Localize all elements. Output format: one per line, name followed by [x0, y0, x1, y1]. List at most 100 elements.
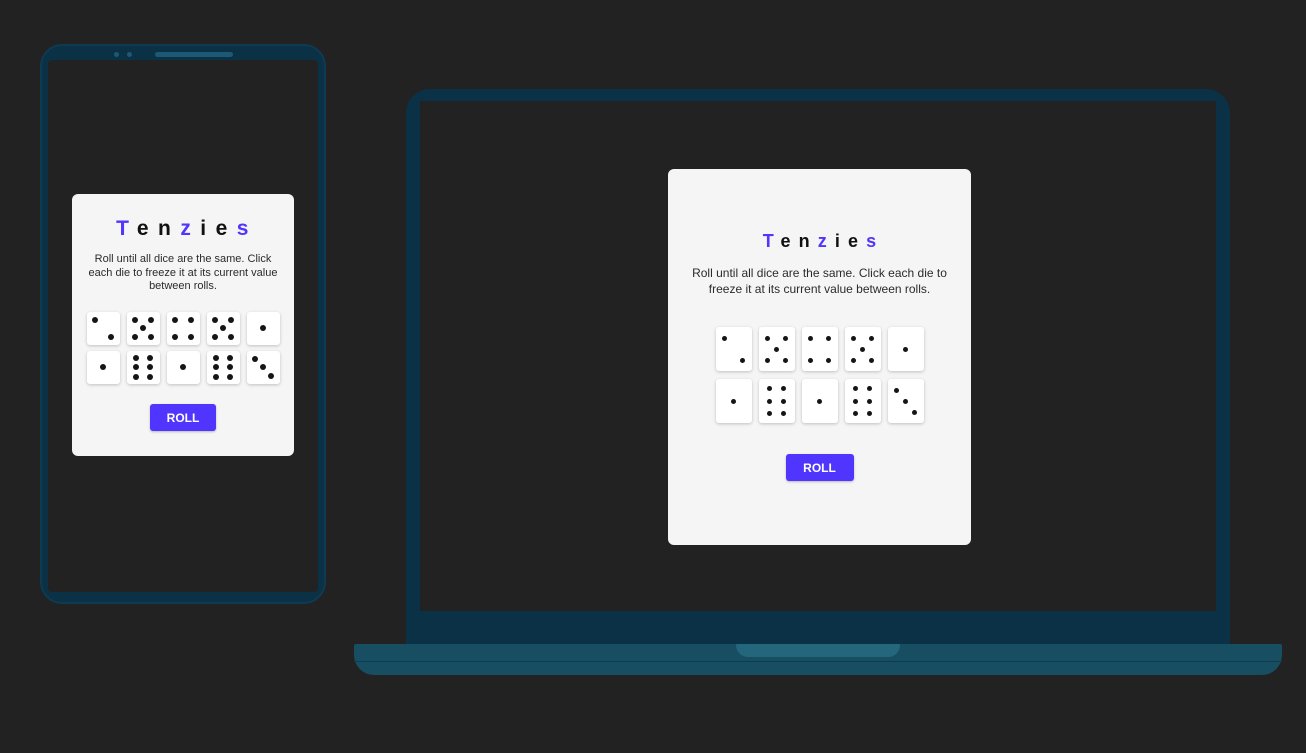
die-6[interactable] [126, 350, 160, 384]
title-letter: s [236, 217, 258, 240]
pip-icon [226, 373, 233, 380]
pip-icon [131, 333, 138, 340]
pip-icon [108, 333, 115, 340]
pip-icon [869, 357, 874, 363]
pip-icon [783, 335, 788, 341]
pip-icon [268, 372, 275, 379]
pip-icon [765, 357, 770, 363]
pip-icon [774, 346, 779, 352]
pip-icon [781, 398, 787, 404]
die-6[interactable] [844, 379, 881, 424]
pip-icon [251, 356, 258, 363]
die-2[interactable] [715, 327, 752, 372]
laptop-title: Tenzies [676, 231, 971, 252]
pip-icon [722, 335, 727, 341]
pip-icon [766, 411, 772, 416]
die-5[interactable] [126, 311, 160, 345]
pip-icon [740, 357, 745, 363]
die-1[interactable] [715, 379, 752, 424]
pip-icon [781, 386, 787, 392]
pip-icon [860, 346, 865, 352]
pip-icon [188, 317, 195, 324]
title-letter: z [180, 217, 201, 240]
pip-icon [148, 333, 155, 340]
pip-icon [783, 357, 788, 363]
pip-icon [851, 335, 856, 341]
title-letter: s [866, 231, 885, 251]
title-letter: i [200, 217, 216, 240]
pip-icon [213, 355, 220, 362]
title-letter: e [780, 231, 799, 251]
die-1[interactable] [246, 311, 280, 345]
phone-sensor-icon [127, 52, 132, 57]
die-1[interactable] [887, 327, 924, 372]
pip-icon [260, 364, 266, 371]
die-5[interactable] [844, 327, 881, 372]
die-6[interactable] [758, 379, 795, 424]
pip-icon [91, 317, 98, 324]
title-letter: e [215, 217, 237, 240]
pip-icon [148, 317, 155, 324]
pip-icon [766, 386, 772, 392]
phone-speaker [155, 52, 233, 57]
pip-icon [852, 411, 858, 416]
title-letter: n [158, 217, 181, 240]
pip-icon [146, 364, 153, 371]
pip-icon [851, 357, 856, 363]
title-letter: z [817, 231, 835, 251]
pip-icon [765, 335, 770, 341]
pip-icon [852, 386, 858, 392]
die-6[interactable] [206, 350, 240, 384]
pip-icon [867, 398, 873, 404]
die-3[interactable] [887, 379, 924, 424]
phone-roll-button[interactable]: ROLL [150, 403, 216, 431]
pip-icon [731, 398, 736, 404]
pip-icon [220, 325, 226, 332]
title-letter: i [834, 231, 848, 251]
die-1[interactable] [801, 379, 838, 424]
phone-title: Tenzies [80, 217, 294, 241]
pip-icon [817, 398, 822, 404]
pip-icon [133, 364, 140, 371]
die-5[interactable] [206, 311, 240, 345]
pip-icon [213, 364, 220, 371]
laptop-dice-grid [668, 327, 971, 424]
die-1[interactable] [166, 350, 200, 384]
laptop-tenzies-card: Tenzies Roll until all dice are the same… [668, 169, 971, 545]
laptop-trackpad-notch [736, 644, 900, 657]
pip-icon [131, 317, 138, 324]
pip-icon [894, 387, 899, 393]
title-letter: T [762, 231, 781, 251]
title-letter: e [847, 231, 867, 251]
pip-icon [146, 355, 153, 362]
die-5[interactable] [758, 327, 795, 372]
title-letter: n [798, 231, 818, 251]
laptop-roll-button[interactable]: ROLL [785, 454, 854, 482]
title-letter: e [136, 217, 159, 240]
die-4[interactable] [166, 311, 200, 345]
phone-dice-grid [72, 311, 294, 384]
phone-instructions: Roll until all dice are the same. Click … [88, 253, 278, 293]
die-4[interactable] [801, 327, 838, 372]
pip-icon [133, 355, 140, 362]
die-2[interactable] [86, 311, 120, 345]
die-1[interactable] [86, 350, 120, 384]
pip-icon [852, 398, 858, 404]
laptop-instructions: Roll until all dice are the same. Click … [692, 266, 947, 296]
pip-icon [180, 364, 186, 371]
pip-icon [903, 398, 908, 404]
laptop-base [354, 644, 1282, 675]
pip-icon [903, 346, 908, 352]
pip-icon [171, 333, 178, 340]
pip-icon [100, 364, 106, 371]
pip-icon [226, 355, 233, 362]
pip-icon [826, 335, 831, 341]
pip-icon [260, 325, 266, 332]
pip-icon [766, 398, 772, 404]
die-3[interactable] [246, 350, 280, 384]
pip-icon [133, 373, 140, 380]
pip-icon [867, 411, 873, 416]
pip-icon [781, 411, 787, 416]
pip-icon [211, 317, 218, 324]
pip-icon [808, 357, 813, 363]
